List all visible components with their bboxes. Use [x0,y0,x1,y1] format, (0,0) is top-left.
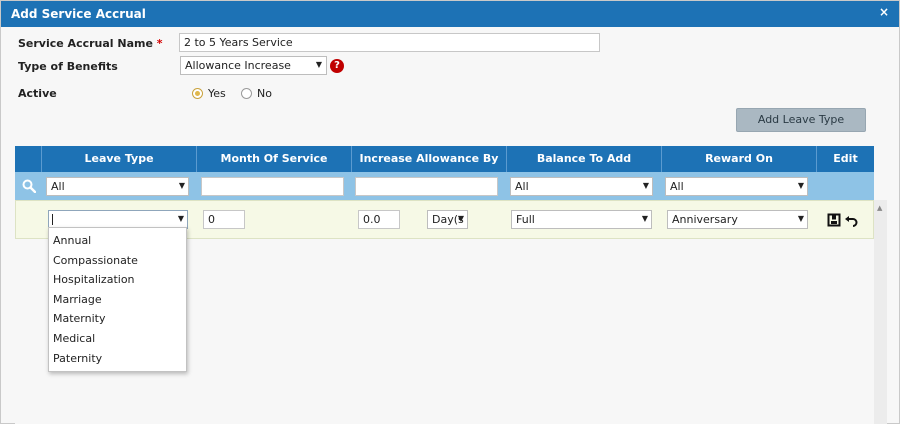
increase-unit-select[interactable]: Day(s ▼ [427,210,468,229]
grid-header: Leave Type Month Of Service Increase All… [15,146,874,172]
column-header-leave-type[interactable]: Leave Type [41,146,196,172]
chevron-down-icon: ▼ [315,60,322,69]
month-of-service-input[interactable] [203,210,245,229]
active-yes-label: Yes [208,87,226,100]
service-accrual-name-label: Service Accrual Name * [18,37,163,50]
column-header-reward-on[interactable]: Reward On [661,146,816,172]
leave-type-option-annual[interactable]: Annual [53,234,91,247]
radio-selected-icon [192,88,203,99]
balance-to-add-select[interactable]: Full ▼ [511,210,652,229]
name-label-text: Service Accrual Name [18,37,153,50]
chevron-down-icon: ▼ [642,181,649,190]
type-of-benefits-label: Type of Benefits [18,60,118,73]
add-service-accrual-dialog: Add Service Accrual × Service Accrual Na… [0,0,900,424]
type-of-benefits-value: Allowance Increase [185,59,291,72]
service-accrual-name-input[interactable] [179,33,600,52]
active-label: Active [18,87,57,100]
column-header-month-of-service[interactable]: Month Of Service [196,146,351,172]
search-icon[interactable] [22,179,36,193]
leave-type-option-compassionate[interactable]: Compassionate [53,254,138,267]
filter-leave-type-select[interactable]: All ▼ [46,177,189,196]
filter-balance-to-add-value: All [515,180,529,193]
leave-type-option-paternity[interactable]: Paternity [53,352,102,365]
dialog-titlebar: Add Service Accrual × [1,1,899,27]
grid-header-spacer [15,146,41,172]
filter-reward-on-value: All [670,180,684,193]
active-yes-radio[interactable]: Yes [192,87,226,100]
required-marker: * [156,37,163,50]
filter-increase-allowance-input[interactable] [355,177,498,196]
filter-reward-on-select[interactable]: All ▼ [665,177,808,196]
filter-month-of-service-input[interactable] [201,177,344,196]
chevron-down-icon: ▼ [797,181,804,190]
reward-on-value: Anniversary [672,213,738,226]
chevron-down-icon: ▼ [178,181,185,190]
undo-icon[interactable] [844,213,858,227]
balance-to-add-value: Full [516,213,535,226]
filter-balance-to-add-select[interactable]: All ▼ [510,177,653,196]
text-cursor [52,214,53,225]
close-icon[interactable]: × [879,5,889,19]
leave-type-option-medical[interactable]: Medical [53,332,95,345]
column-header-increase-allowance-by[interactable]: Increase Allowance By [351,146,506,172]
chevron-down-icon: ▼ [177,214,184,223]
type-of-benefits-select[interactable]: Allowance Increase ▼ [180,56,327,75]
grid-scrollbar[interactable]: ▲ [874,200,887,424]
chevron-down-icon: ▼ [457,214,464,223]
chevron-down-icon: ▼ [797,214,804,223]
leave-type-option-maternity[interactable]: Maternity [53,312,106,325]
add-leave-type-button[interactable]: Add Leave Type [736,108,866,132]
column-header-balance-to-add[interactable]: Balance To Add [506,146,661,172]
chevron-down-icon: ▼ [641,214,648,223]
dialog-title: Add Service Accrual [11,7,146,21]
reward-on-select[interactable]: Anniversary ▼ [667,210,808,229]
leave-type-option-hospitalization[interactable]: Hospitalization [53,273,135,286]
radio-unselected-icon [241,88,252,99]
active-no-label: No [257,87,272,100]
help-icon[interactable]: ? [330,59,344,73]
leave-type-option-marriage[interactable]: Marriage [53,293,102,306]
increase-value-input[interactable] [358,210,400,229]
save-icon[interactable] [827,213,841,227]
filter-leave-type-value: All [51,180,65,193]
column-header-edit: Edit [816,146,874,172]
scroll-up-icon[interactable]: ▲ [877,204,882,212]
filter-row: All ▼ All ▼ All ▼ [15,172,874,200]
leave-type-dropdown: Annual Compassionate Hospitalization Mar… [48,227,187,372]
active-no-radio[interactable]: No [241,87,272,100]
